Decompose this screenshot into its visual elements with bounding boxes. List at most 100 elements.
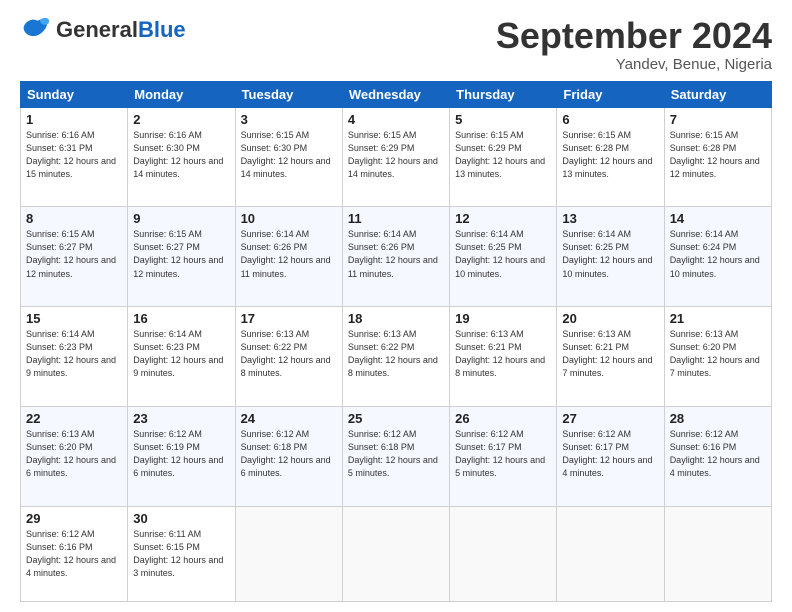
day-info: Sunrise: 6:13 AMSunset: 6:20 PMDaylight:… (670, 328, 766, 380)
day-info: Sunrise: 6:13 AMSunset: 6:22 PMDaylight:… (241, 328, 337, 380)
day-info: Sunrise: 6:14 AMSunset: 6:25 PMDaylight:… (562, 228, 658, 280)
day-number: 10 (241, 211, 337, 226)
day-number: 25 (348, 411, 444, 426)
calendar-cell: 21 Sunrise: 6:13 AMSunset: 6:20 PMDayligh… (664, 307, 771, 407)
calendar-cell: 3Sunrise: 6:15 AMSunset: 6:30 PMDaylight… (235, 107, 342, 207)
calendar-cell: 15 Sunrise: 6:14 AMSunset: 6:23 PMDayligh… (21, 307, 128, 407)
weekday-tuesday: Tuesday (235, 81, 342, 107)
day-number: 2 (133, 112, 229, 127)
day-number: 26 (455, 411, 551, 426)
calendar-cell: 28 Sunrise: 6:12 AMSunset: 6:16 PMDayligh… (664, 406, 771, 506)
day-info: Sunrise: 6:12 AMSunset: 6:16 PMDaylight:… (26, 528, 122, 580)
day-number: 7 (670, 112, 766, 127)
day-info: Sunrise: 6:15 AMSunset: 6:27 PMDaylight:… (133, 228, 229, 280)
day-number: 29 (26, 511, 122, 526)
calendar-cell (557, 506, 664, 601)
day-number: 14 (670, 211, 766, 226)
day-number: 27 (562, 411, 658, 426)
day-number: 23 (133, 411, 229, 426)
day-info: Sunrise: 6:15 AMSunset: 6:28 PMDaylight:… (562, 129, 658, 181)
day-number: 19 (455, 311, 551, 326)
calendar-cell (450, 506, 557, 601)
weekday-sunday: Sunday (21, 81, 128, 107)
day-number: 18 (348, 311, 444, 326)
day-number: 28 (670, 411, 766, 426)
bird-icon (20, 16, 52, 44)
calendar-cell: 24Sunrise: 6:12 AMSunset: 6:18 PMDayligh… (235, 406, 342, 506)
day-info: Sunrise: 6:12 AMSunset: 6:19 PMDaylight:… (133, 428, 229, 480)
calendar-cell: 7 Sunrise: 6:15 AMSunset: 6:28 PMDaylight… (664, 107, 771, 207)
weekday-header-row: SundayMondayTuesdayWednesdayThursdayFrid… (21, 81, 772, 107)
day-number: 8 (26, 211, 122, 226)
day-info: Sunrise: 6:15 AMSunset: 6:29 PMDaylight:… (348, 129, 444, 181)
day-number: 6 (562, 112, 658, 127)
day-number: 17 (241, 311, 337, 326)
calendar-cell: 9 Sunrise: 6:15 AMSunset: 6:27 PMDaylight… (128, 207, 235, 307)
calendar-cell: 8Sunrise: 6:15 AMSunset: 6:27 PMDaylight… (21, 207, 128, 307)
day-info: Sunrise: 6:14 AMSunset: 6:23 PMDaylight:… (26, 328, 122, 380)
calendar-table: SundayMondayTuesdayWednesdayThursdayFrid… (20, 81, 772, 602)
day-info: Sunrise: 6:16 AMSunset: 6:31 PMDaylight:… (26, 129, 122, 181)
calendar-cell: 13 Sunrise: 6:14 AMSunset: 6:25 PMDayligh… (557, 207, 664, 307)
day-number: 21 (670, 311, 766, 326)
day-info: Sunrise: 6:15 AMSunset: 6:29 PMDaylight:… (455, 129, 551, 181)
day-number: 22 (26, 411, 122, 426)
calendar-cell: 11 Sunrise: 6:14 AMSunset: 6:26 PMDayligh… (342, 207, 449, 307)
day-info: Sunrise: 6:15 AMSunset: 6:28 PMDaylight:… (670, 129, 766, 181)
calendar-cell: 6 Sunrise: 6:15 AMSunset: 6:28 PMDaylight… (557, 107, 664, 207)
page: GeneralBlue September 2024 Yandev, Benue… (0, 0, 792, 612)
weekday-wednesday: Wednesday (342, 81, 449, 107)
calendar-cell (342, 506, 449, 601)
day-info: Sunrise: 6:12 AMSunset: 6:18 PMDaylight:… (241, 428, 337, 480)
day-number: 4 (348, 112, 444, 127)
day-info: Sunrise: 6:15 AMSunset: 6:30 PMDaylight:… (241, 129, 337, 181)
location: Yandev, Benue, Nigeria (496, 56, 772, 73)
day-info: Sunrise: 6:11 AMSunset: 6:15 PMDaylight:… (133, 528, 229, 580)
calendar-cell: 18Sunrise: 6:13 AMSunset: 6:22 PMDayligh… (342, 307, 449, 407)
week-row-5: 29 Sunrise: 6:12 AMSunset: 6:16 PMDayligh… (21, 506, 772, 601)
calendar-cell: 12Sunrise: 6:14 AMSunset: 6:25 PMDayligh… (450, 207, 557, 307)
calendar-cell: 20Sunrise: 6:13 AMSunset: 6:21 PMDayligh… (557, 307, 664, 407)
calendar-cell: 17 Sunrise: 6:13 AMSunset: 6:22 PMDayligh… (235, 307, 342, 407)
day-info: Sunrise: 6:16 AMSunset: 6:30 PMDaylight:… (133, 129, 229, 181)
calendar-cell: 5Sunrise: 6:15 AMSunset: 6:29 PMDaylight… (450, 107, 557, 207)
day-number: 16 (133, 311, 229, 326)
calendar-cell: 27 Sunrise: 6:12 AMSunset: 6:17 PMDayligh… (557, 406, 664, 506)
calendar-cell: 2 Sunrise: 6:16 AMSunset: 6:30 PMDaylight… (128, 107, 235, 207)
day-info: Sunrise: 6:12 AMSunset: 6:17 PMDaylight:… (562, 428, 658, 480)
month-title: September 2024 (496, 16, 772, 56)
title-block: September 2024 Yandev, Benue, Nigeria (496, 16, 772, 73)
calendar-cell: 29 Sunrise: 6:12 AMSunset: 6:16 PMDayligh… (21, 506, 128, 601)
day-info: Sunrise: 6:14 AMSunset: 6:26 PMDaylight:… (241, 228, 337, 280)
logo-blue: Blue (138, 17, 186, 42)
weekday-monday: Monday (128, 81, 235, 107)
weekday-thursday: Thursday (450, 81, 557, 107)
calendar-cell: 23 Sunrise: 6:12 AMSunset: 6:19 PMDayligh… (128, 406, 235, 506)
day-info: Sunrise: 6:12 AMSunset: 6:16 PMDaylight:… (670, 428, 766, 480)
calendar-cell: 10 Sunrise: 6:14 AMSunset: 6:26 PMDayligh… (235, 207, 342, 307)
day-number: 13 (562, 211, 658, 226)
day-info: Sunrise: 6:14 AMSunset: 6:26 PMDaylight:… (348, 228, 444, 280)
day-number: 12 (455, 211, 551, 226)
day-number: 30 (133, 511, 229, 526)
day-info: Sunrise: 6:14 AMSunset: 6:24 PMDaylight:… (670, 228, 766, 280)
day-number: 15 (26, 311, 122, 326)
day-number: 9 (133, 211, 229, 226)
day-number: 11 (348, 211, 444, 226)
week-row-4: 22Sunrise: 6:13 AMSunset: 6:20 PMDayligh… (21, 406, 772, 506)
calendar-cell (664, 506, 771, 601)
calendar-cell: 25Sunrise: 6:12 AMSunset: 6:18 PMDayligh… (342, 406, 449, 506)
day-info: Sunrise: 6:13 AMSunset: 6:21 PMDaylight:… (455, 328, 551, 380)
calendar-cell: 19 Sunrise: 6:13 AMSunset: 6:21 PMDayligh… (450, 307, 557, 407)
week-row-3: 15 Sunrise: 6:14 AMSunset: 6:23 PMDayligh… (21, 307, 772, 407)
week-row-1: 1Sunrise: 6:16 AMSunset: 6:31 PMDaylight… (21, 107, 772, 207)
calendar-cell: 26 Sunrise: 6:12 AMSunset: 6:17 PMDayligh… (450, 406, 557, 506)
logo: GeneralBlue (20, 16, 186, 44)
calendar-cell: 4 Sunrise: 6:15 AMSunset: 6:29 PMDaylight… (342, 107, 449, 207)
day-number: 20 (562, 311, 658, 326)
day-info: Sunrise: 6:12 AMSunset: 6:17 PMDaylight:… (455, 428, 551, 480)
logo-text: GeneralBlue (56, 19, 186, 41)
header: GeneralBlue September 2024 Yandev, Benue… (20, 16, 772, 73)
calendar-cell: 22Sunrise: 6:13 AMSunset: 6:20 PMDayligh… (21, 406, 128, 506)
calendar-cell: 1Sunrise: 6:16 AMSunset: 6:31 PMDaylight… (21, 107, 128, 207)
